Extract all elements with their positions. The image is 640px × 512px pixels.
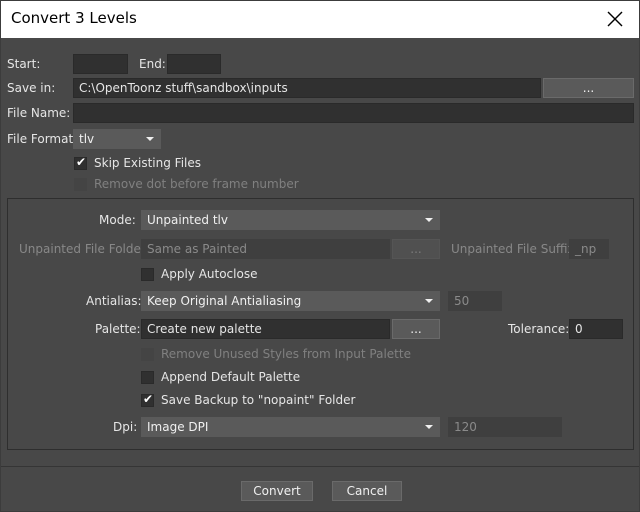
apply-autoclose-label: Apply Autoclose — [161, 267, 258, 281]
mode-value: Unpainted tlv — [147, 213, 228, 227]
save-in-label: Save in: — [7, 81, 56, 95]
remove-dot-checkbox[interactable]: Remove dot before frame number — [74, 176, 334, 194]
close-icon — [607, 11, 623, 27]
save-backup-checkbox[interactable]: ✔ Save Backup to "nopaint" Folder — [141, 392, 371, 410]
antialias-label: Antialias: — [86, 294, 142, 308]
file-format-value: tlv — [79, 132, 95, 146]
start-field[interactable] — [73, 54, 128, 74]
antialias-value: Keep Original Antialiasing — [147, 294, 302, 308]
start-label: Start: — [7, 57, 41, 71]
append-default-palette-checkbox[interactable]: Append Default Palette — [141, 369, 341, 387]
end-label: End: — [139, 57, 166, 71]
dpi-select[interactable]: Image DPI — [141, 417, 440, 437]
close-button[interactable] — [603, 7, 627, 31]
unpainted-suffix-label: Unpainted File Suffix: — [451, 242, 579, 256]
unpainted-folder-field[interactable]: Same as Painted — [141, 239, 390, 259]
chevron-down-icon — [425, 299, 433, 303]
tolerance-label: Tolerance: — [508, 322, 570, 336]
dialog-title: Convert 3 Levels — [11, 9, 137, 27]
dpi-label: Dpi: — [113, 420, 138, 434]
mode-label: Mode: — [99, 213, 136, 227]
remove-dot-label: Remove dot before frame number — [94, 177, 299, 191]
file-name-label: File Name: — [7, 106, 71, 120]
end-field[interactable] — [167, 54, 221, 74]
remove-unused-styles-label: Remove Unused Styles from Input Palette — [161, 347, 411, 361]
cancel-button[interactable]: Cancel — [332, 481, 402, 501]
file-format-select[interactable]: tlv — [73, 129, 161, 149]
apply-autoclose-checkbox[interactable]: Apply Autoclose — [141, 266, 321, 284]
dpi-value: Image DPI — [147, 420, 209, 434]
tolerance-field[interactable]: 0 — [569, 319, 623, 339]
mode-select[interactable]: Unpainted tlv — [141, 210, 440, 230]
palette-field[interactable]: Create new palette — [141, 319, 390, 339]
dpi-amount-field[interactable]: 120 — [448, 417, 562, 437]
skip-existing-label: Skip Existing Files — [94, 156, 202, 170]
footer-separator — [1, 466, 639, 467]
skip-existing-checkbox[interactable]: ✔ Skip Existing Files — [74, 155, 274, 173]
unpainted-suffix-field[interactable]: _np — [569, 239, 609, 259]
convert-levels-dialog: Convert 3 Levels Start: End: Save in: C:… — [0, 0, 640, 512]
save-in-field[interactable]: C:\OpenToonz stuff\sandbox\inputs — [73, 78, 541, 98]
palette-browse-button[interactable]: ... — [392, 319, 440, 339]
convert-button[interactable]: Convert — [241, 481, 313, 501]
chevron-down-icon — [425, 425, 433, 429]
unpainted-folder-label: Unpainted File Folder: — [19, 242, 150, 256]
file-format-label: File Format: — [7, 132, 78, 146]
chevron-down-icon — [146, 137, 154, 141]
checkmark-icon: ✔ — [143, 392, 154, 406]
chevron-down-icon — [425, 218, 433, 222]
unpainted-folder-browse-button[interactable]: ... — [392, 239, 440, 259]
title-bar: Convert 3 Levels — [1, 1, 639, 38]
palette-label: Palette: — [95, 322, 141, 336]
append-default-palette-label: Append Default Palette — [161, 370, 301, 384]
antialias-select[interactable]: Keep Original Antialiasing — [141, 291, 440, 311]
save-backup-label: Save Backup to "nopaint" Folder — [161, 393, 356, 407]
remove-unused-styles-checkbox[interactable]: Remove Unused Styles from Input Palette — [141, 346, 421, 364]
save-in-browse-button[interactable]: ... — [543, 78, 634, 98]
antialias-amount-field[interactable]: 50 — [448, 291, 502, 311]
checkmark-icon: ✔ — [76, 155, 87, 169]
file-name-field[interactable] — [73, 103, 634, 123]
